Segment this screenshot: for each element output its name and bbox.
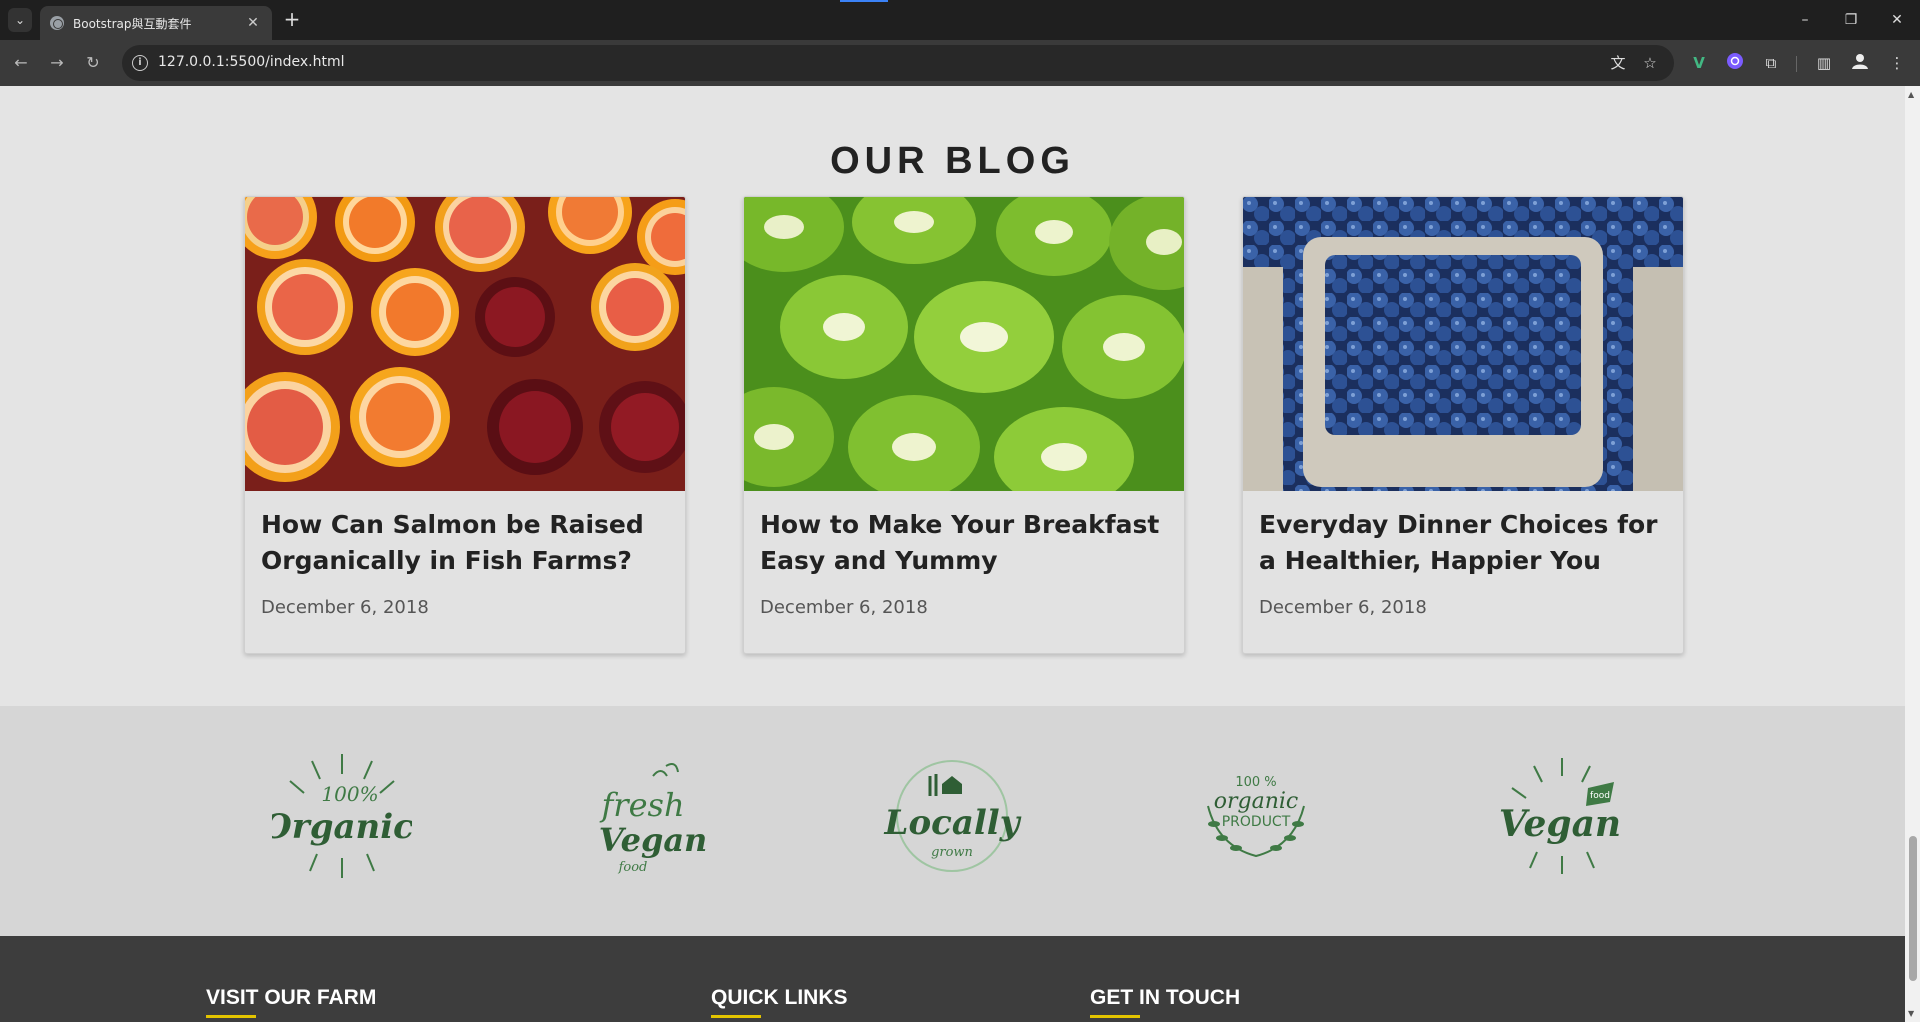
bookmark-star-icon[interactable]: ☆ <box>1640 53 1660 73</box>
footer-heading-links: QUICK LINKS <box>711 986 848 1018</box>
minimize-button[interactable]: – <box>1782 0 1828 40</box>
vegan-food-badge-logo: food Vegan <box>1492 746 1632 886</box>
card-body: Everyday Dinner Choices for a Healthier,… <box>1243 491 1683 618</box>
svg-text:organic: organic <box>1214 789 1299 814</box>
new-tab-button[interactable]: + <box>282 9 302 29</box>
close-window-button[interactable]: ✕ <box>1874 0 1920 40</box>
toolbar-divider <box>1796 56 1797 72</box>
blueberries-image[interactable] <box>1243 197 1683 491</box>
organic-product-badge-logo: 100 % organic PRODUCT <box>1186 746 1326 886</box>
translate-icon[interactable]: 文 <box>1608 53 1628 73</box>
card-date: December 6, 2018 <box>261 597 429 618</box>
restore-button[interactable]: ❐ <box>1828 0 1874 40</box>
vue-devtools-icon[interactable]: V <box>1688 52 1710 74</box>
svg-text:PRODUCT: PRODUCT <box>1222 814 1291 830</box>
window-controls: – ❐ ✕ <box>1782 0 1920 40</box>
card-body: How to Make Your Breakfast Easy and Yumm… <box>744 491 1184 618</box>
menu-kebab-icon[interactable]: ⋮ <box>1886 52 1908 74</box>
blog-card[interactable]: Everyday Dinner Choices for a Healthier,… <box>1242 196 1684 654</box>
footer-heading-visit: VISIT OUR FARM <box>206 986 377 1018</box>
tab-title: Bootstrap與互動套件 <box>73 16 192 31</box>
profile-icon[interactable] <box>1849 52 1871 74</box>
kiwi-slices-image[interactable] <box>744 197 1184 491</box>
fresh-vegan-badge-logo: fresh Vegan food <box>578 746 718 886</box>
blog-section: OUR BLOG How Can Salmon be Raised Organi… <box>0 86 1905 706</box>
svg-text:food: food <box>1590 791 1610 801</box>
organic-badge-logo: 100% Organic <box>262 746 414 886</box>
tab-search-icon[interactable]: ⌄ <box>8 8 32 32</box>
card-title[interactable]: How to Make Your Breakfast Easy and Yumm… <box>760 507 1168 579</box>
side-panel-icon[interactable]: ▥ <box>1813 52 1835 74</box>
site-footer: VISIT OUR FARM QUICK LINKS GET IN TOUCH <box>0 936 1905 1022</box>
locally-grown-badge-logo: Locally grown <box>882 746 1022 886</box>
svg-text:food: food <box>618 860 648 875</box>
svg-text:100 %: 100 % <box>1235 775 1276 790</box>
svg-text:Organic: Organic <box>272 807 412 847</box>
citrus-pomegranate-image[interactable] <box>245 197 685 491</box>
card-date: December 6, 2018 <box>760 597 928 618</box>
card-body: How Can Salmon be Raised Organically in … <box>245 491 685 618</box>
svg-text:Vegan: Vegan <box>1499 803 1621 845</box>
globe-icon <box>50 16 64 30</box>
scroll-down-icon[interactable]: ▼ <box>1908 1009 1914 1018</box>
blog-card[interactable]: How Can Salmon be Raised Organically in … <box>244 196 686 654</box>
url-text[interactable]: 127.0.0.1:5500/index.html <box>158 54 345 70</box>
badges-strip: 100% Organic fresh Vegan food Locally gr… <box>0 706 1905 936</box>
blog-heading: OUR BLOG <box>830 140 1075 182</box>
scrollbar-thumb[interactable] <box>1909 836 1917 981</box>
card-title[interactable]: Everyday Dinner Choices for a Healthier,… <box>1259 507 1667 579</box>
site-info-icon[interactable]: i <box>132 55 148 71</box>
extensions-puzzle-icon[interactable]: ⧉ <box>1760 52 1782 74</box>
card-date: December 6, 2018 <box>1259 597 1427 618</box>
svg-text:100%: 100% <box>321 782 378 806</box>
browser-tab-bar: ⌄ Bootstrap與互動套件 ✕ + – ❐ ✕ <box>0 0 1920 40</box>
blog-card[interactable]: How to Make Your Breakfast Easy and Yumm… <box>743 196 1185 654</box>
scroll-up-icon[interactable]: ▲ <box>1908 90 1914 99</box>
card-title[interactable]: How Can Salmon be Raised Organically in … <box>261 507 669 579</box>
tab-indicator <box>840 0 888 2</box>
svg-text:grown: grown <box>931 845 973 860</box>
reload-icon[interactable]: ↻ <box>82 52 104 74</box>
footer-heading-contact: GET IN TOUCH <box>1090 986 1241 1018</box>
forward-icon[interactable]: → <box>46 52 68 74</box>
close-tab-icon[interactable]: ✕ <box>244 15 262 31</box>
page-viewport: OUR BLOG How Can Salmon be Raised Organi… <box>0 86 1920 1022</box>
svg-text:Vegan: Vegan <box>599 821 708 859</box>
extension-circle-icon[interactable] <box>1724 52 1746 74</box>
svg-text:fresh: fresh <box>599 786 684 824</box>
svg-text:Locally: Locally <box>884 803 1022 843</box>
page-scrollbar[interactable]: ▲ ▼ <box>1905 86 1920 1022</box>
browser-tab[interactable]: Bootstrap與互動套件 ✕ <box>40 6 272 40</box>
browser-toolbar: ← → ↻ i 127.0.0.1:5500/index.html 文 ☆ V … <box>0 40 1920 86</box>
address-bar[interactable]: i 127.0.0.1:5500/index.html 文 ☆ <box>122 45 1674 81</box>
back-icon[interactable]: ← <box>10 52 32 74</box>
